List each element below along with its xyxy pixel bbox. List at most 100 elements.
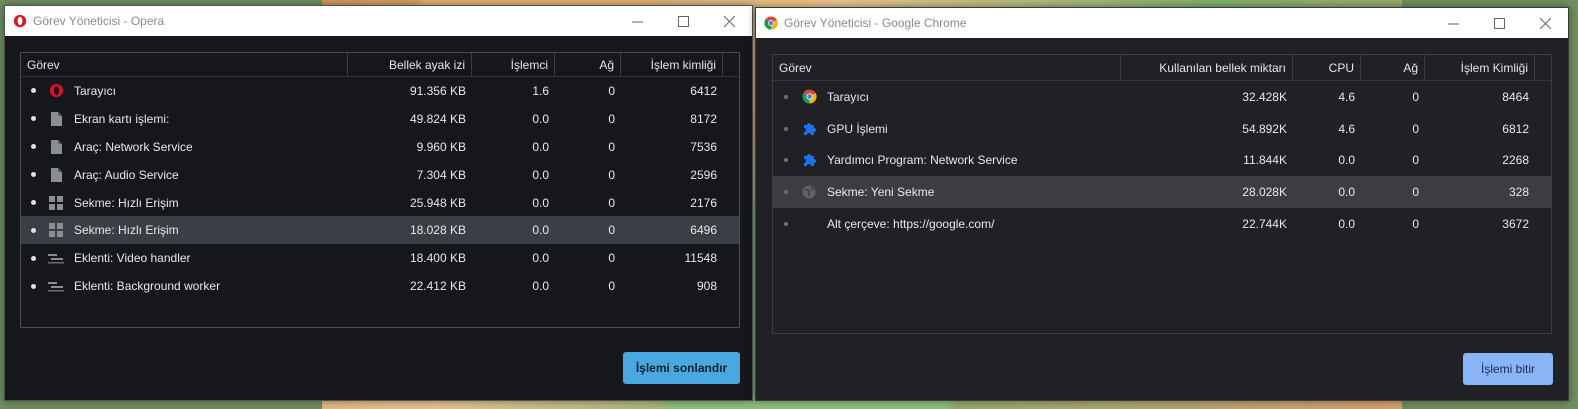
chrome-task-manager-window: Görev Yöneticisi - Google Chrome Görev K…	[755, 7, 1569, 401]
minimize-button[interactable]	[1430, 8, 1476, 38]
row-bullet	[31, 88, 36, 94]
network-value: 0	[608, 251, 615, 266]
title-bar[interactable]: Görev Yöneticisi - Opera	[5, 6, 752, 36]
column-header-network[interactable]: Ağ	[1361, 55, 1425, 80]
table-row[interactable]: Tarayıcı 91.356 KB 1.6 0 6412	[21, 77, 739, 105]
document-icon	[48, 111, 64, 127]
task-name: Araç: Audio Service	[74, 167, 179, 182]
pid-value: 2176	[690, 195, 717, 210]
pid-value: 6496	[690, 223, 717, 238]
pid-value: 8464	[1502, 89, 1529, 104]
grid-icon	[48, 195, 64, 211]
task-name: Tarayıcı	[827, 89, 870, 104]
end-process-button[interactable]: İşlemi bitir	[1463, 353, 1553, 385]
chrome-logo-icon	[764, 16, 778, 30]
maximize-button[interactable]	[1476, 8, 1522, 38]
extension-icon	[48, 278, 64, 294]
network-value: 0	[1412, 153, 1419, 168]
cpu-value: 0.0	[1338, 184, 1355, 199]
row-bullet	[31, 144, 36, 150]
column-header-task[interactable]: Görev	[21, 53, 348, 76]
maximize-button[interactable]	[660, 6, 706, 36]
minimize-icon	[1447, 23, 1459, 24]
memory-value: 18.400 KB	[409, 251, 466, 266]
document-icon	[48, 139, 64, 155]
table-row[interactable]: Alt çerçeve: https://google.com/ 22.744K…	[773, 208, 1551, 240]
cpu-value: 0.0	[1338, 153, 1355, 168]
cpu-value: 1.6	[532, 83, 549, 98]
task-name: Sekme: Hızlı Erişim	[74, 223, 179, 238]
pid-value: 908	[696, 279, 717, 294]
table-row-selected[interactable]: Sekme: Yeni Sekme 28.028K 0.0 0 328	[773, 176, 1551, 208]
cpu-value: 4.6	[1338, 121, 1355, 136]
task-name: Alt çerçeve: https://google.com/	[827, 216, 995, 231]
table-header: Görev Bellek ayak izi İşlemci Ağ İşlem k…	[21, 53, 739, 77]
table-row[interactable]: GPU İşlemi 54.892K 4.6 0 6812	[773, 113, 1551, 145]
grid-icon	[48, 222, 64, 238]
task-name: Araç: Network Service	[74, 139, 193, 154]
table-row[interactable]: Sekme: Hızlı Erişim 25.948 KB 0.0 0 2176	[21, 189, 739, 217]
table-row[interactable]: Tarayıcı 32.428K 4.6 0 8464	[773, 81, 1551, 113]
network-value: 0	[1412, 89, 1419, 104]
column-header-pid[interactable]: İşlem Kimliği	[1425, 55, 1535, 80]
network-value: 0	[608, 139, 615, 154]
memory-value: 25.948 KB	[409, 195, 466, 210]
minimize-button[interactable]	[614, 6, 660, 36]
table-row[interactable]: Ekran kartı işlemi: 49.824 KB 0.0 0 8172	[21, 105, 739, 133]
pid-value: 7536	[690, 139, 717, 154]
minimize-icon	[631, 21, 643, 22]
row-bullet	[31, 255, 36, 261]
process-table: Görev Kullanılan bellek miktarı CPU Ağ İ…	[772, 54, 1552, 334]
row-bullet	[784, 189, 788, 194]
table-row[interactable]: Yardımcı Program: Network Service 11.844…	[773, 144, 1551, 176]
network-value: 0	[608, 195, 615, 210]
network-value: 0	[1412, 216, 1419, 231]
memory-value: 18.028 KB	[409, 223, 466, 238]
memory-value: 22.412 KB	[409, 279, 466, 294]
close-button[interactable]	[1522, 8, 1568, 38]
table-row[interactable]: Araç: Audio Service 7.304 KB 0.0 0 2596	[21, 161, 739, 189]
network-value: 0	[608, 111, 615, 126]
pid-value: 6812	[1502, 121, 1529, 136]
table-header: Görev Kullanılan bellek miktarı CPU Ağ İ…	[773, 55, 1551, 81]
table-body: Tarayıcı 91.356 KB 1.6 0 6412 Ekran kart…	[21, 77, 739, 300]
close-button[interactable]	[706, 6, 752, 36]
memory-value: 32.428K	[1242, 89, 1287, 104]
end-process-button[interactable]: İşlemi sonlandır	[623, 352, 740, 384]
pid-value: 6412	[690, 83, 717, 98]
pid-value: 11548	[684, 251, 717, 266]
memory-value: 9.960 KB	[416, 139, 466, 154]
column-header-memory[interactable]: Kullanılan bellek miktarı	[1121, 55, 1293, 80]
title-bar[interactable]: Görev Yöneticisi - Google Chrome	[756, 8, 1568, 38]
pid-value: 328	[1508, 184, 1529, 199]
table-row[interactable]: Eklenti: Video handler 18.400 KB 0.0 0 1…	[21, 244, 739, 272]
window-title: Görev Yöneticisi - Opera	[33, 14, 165, 28]
memory-value: 91.356 KB	[409, 83, 466, 98]
memory-value: 11.844K	[1243, 153, 1287, 168]
task-name: Ekran kartı işlemi:	[74, 111, 170, 126]
table-row[interactable]: Araç: Network Service 9.960 KB 0.0 0 753…	[21, 133, 739, 161]
row-bullet	[31, 200, 36, 205]
task-name: Sekme: Yeni Sekme	[827, 184, 935, 199]
column-header-task[interactable]: Görev	[773, 55, 1121, 80]
column-header-cpu[interactable]: İşlemci	[472, 53, 555, 76]
table-body: Tarayıcı 32.428K 4.6 0 8464 GPU İşlemi 5…	[773, 81, 1551, 239]
table-row[interactable]: Eklenti: Background worker 22.412 KB 0.0…	[21, 272, 739, 300]
column-header-cpu[interactable]: CPU	[1293, 55, 1361, 80]
table-row-selected[interactable]: Sekme: Hızlı Erişim 18.028 KB 0.0 0 6496	[21, 216, 739, 245]
memory-value: 7.304 KB	[416, 167, 466, 182]
network-value: 0	[608, 167, 615, 182]
column-header-network[interactable]: Ağ	[555, 53, 621, 76]
column-header-filler	[1535, 55, 1551, 80]
process-table: Görev Bellek ayak izi İşlemci Ağ İşlem k…	[20, 52, 740, 328]
network-value: 0	[1412, 184, 1419, 199]
network-value: 0	[608, 223, 615, 238]
column-header-memory[interactable]: Bellek ayak izi	[348, 53, 472, 76]
network-value: 0	[608, 279, 615, 294]
cpu-value: 0.0	[532, 195, 549, 210]
column-header-pid[interactable]: İşlem kimliği	[621, 53, 723, 76]
row-bullet	[31, 116, 36, 122]
cpu-value: 0.0	[532, 251, 549, 266]
task-name: GPU İşlemi	[827, 121, 888, 136]
pid-value: 3672	[1502, 216, 1529, 231]
